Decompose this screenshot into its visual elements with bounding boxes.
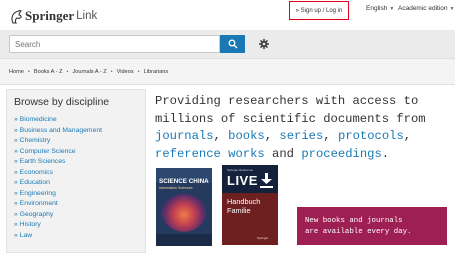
breadcrumb: Home • Books A - Z • Journals A - Z • Vi…: [0, 58, 455, 85]
cover-title-line-2: Familie: [227, 206, 251, 215]
comma: ,: [213, 129, 221, 143]
cover-artwork: [162, 194, 206, 232]
springerlink-logo[interactable]: Springer Link: [10, 8, 97, 24]
link-series[interactable]: series: [279, 129, 323, 143]
discipline-link-computer-science[interactable]: » Computer Science: [14, 147, 102, 158]
browse-by-discipline-panel: Browse by discipline » Biomedicine » Bus…: [6, 89, 146, 253]
tagline-line-1: Providing researchers with access to: [155, 94, 419, 108]
logo-brand-text: Springer: [25, 8, 75, 23]
link-journals[interactable]: journals: [155, 129, 214, 143]
separator-dot: •: [137, 68, 140, 75]
discipline-link-geography[interactable]: » Geography: [14, 210, 102, 221]
discipline-link-earth-sciences[interactable]: » Earth Sciences: [14, 157, 102, 168]
cover-title: SCIENCE CHINA: [159, 178, 209, 185]
separator-dot: •: [27, 68, 30, 75]
download-icon: [260, 173, 273, 188]
promo-line-2: are available every day.: [305, 227, 412, 236]
discipline-link-business[interactable]: » Business and Management: [14, 126, 102, 137]
logo-product-text: Link: [76, 10, 98, 22]
header: Springer Link » Sign up / Log in English…: [0, 0, 455, 30]
discipline-link-chemistry[interactable]: » Chemistry: [14, 136, 102, 147]
discipline-link-engineering[interactable]: » Engineering: [14, 189, 102, 200]
discipline-link-economics[interactable]: » Economics: [14, 168, 102, 179]
nav-journals-a-z[interactable]: Journals A - Z: [72, 69, 106, 75]
book-cover-science-china[interactable]: SCIENCE CHINA Information Sciences: [156, 168, 212, 246]
discipline-link-history[interactable]: » History: [14, 220, 102, 231]
promo-line-1: New books and journals: [305, 217, 403, 225]
language-selector[interactable]: English ▼: [366, 5, 394, 12]
book-cover-handbuch-familie[interactable]: Springer Reference LIVE Handbuch Familie…: [222, 165, 278, 245]
cover-footer: [156, 234, 212, 246]
promo-banner[interactable]: New books and journals are available eve…: [297, 207, 447, 245]
link-books[interactable]: books: [228, 129, 265, 143]
link-reference-works[interactable]: reference works: [155, 147, 265, 161]
cover-title: Handbuch Familie: [227, 197, 260, 215]
discipline-link-education[interactable]: » Education: [14, 178, 102, 189]
search-input[interactable]: [9, 35, 220, 53]
tagline-line-2: millions of scientific documents from: [155, 111, 426, 126]
chevron-down-icon: ▼: [389, 6, 395, 12]
signup-login-link[interactable]: » Sign up / Log in: [289, 1, 349, 20]
cover-live-brand: LIVE: [227, 173, 258, 188]
search-button[interactable]: [220, 35, 245, 53]
separator-dot: •: [66, 68, 69, 75]
comma: ,: [264, 129, 273, 143]
discipline-list: » Biomedicine » Business and Management …: [14, 115, 102, 241]
sidebar-title: Browse by discipline: [14, 96, 110, 108]
tagline-line-3: journals, books, series, protocols,: [155, 128, 451, 146]
cover-subtitle: Information Sciences: [159, 186, 193, 190]
cover-series-label: Springer Reference: [227, 168, 254, 172]
search-icon: [228, 39, 237, 49]
nav-books-a-z[interactable]: Books A - Z: [34, 69, 63, 75]
period: .: [381, 146, 390, 161]
search-bar: [0, 30, 455, 58]
separator-dot: •: [110, 68, 113, 75]
cover-publisher: Springer: [257, 236, 269, 240]
language-label: English: [366, 5, 388, 12]
nav-librarians[interactable]: Librarians: [144, 69, 169, 75]
nav-home[interactable]: Home: [9, 69, 24, 75]
comma: ,: [403, 129, 412, 143]
link-protocols[interactable]: protocols: [338, 129, 404, 143]
edition-selector[interactable]: Academic edition ▼: [398, 5, 454, 12]
word-and: and: [272, 146, 294, 161]
link-proceedings[interactable]: proceedings: [301, 147, 381, 161]
cover-title-line-1: Handbuch: [227, 197, 261, 206]
tagline-line-4: reference works and proceedings.: [155, 146, 451, 164]
hero-tagline: Providing researchers with access to mil…: [155, 93, 451, 163]
comma: ,: [323, 129, 331, 143]
discipline-link-biomedicine[interactable]: » Biomedicine: [14, 115, 102, 126]
springer-horse-icon: [11, 9, 22, 24]
discipline-link-environment[interactable]: » Environment: [14, 199, 102, 210]
nav-videos[interactable]: Videos: [117, 69, 134, 75]
edition-label: Academic edition: [398, 5, 448, 12]
gear-icon[interactable]: [259, 39, 269, 49]
discipline-link-law[interactable]: » Law: [14, 231, 102, 242]
chevron-down-icon: ▼: [449, 6, 455, 12]
